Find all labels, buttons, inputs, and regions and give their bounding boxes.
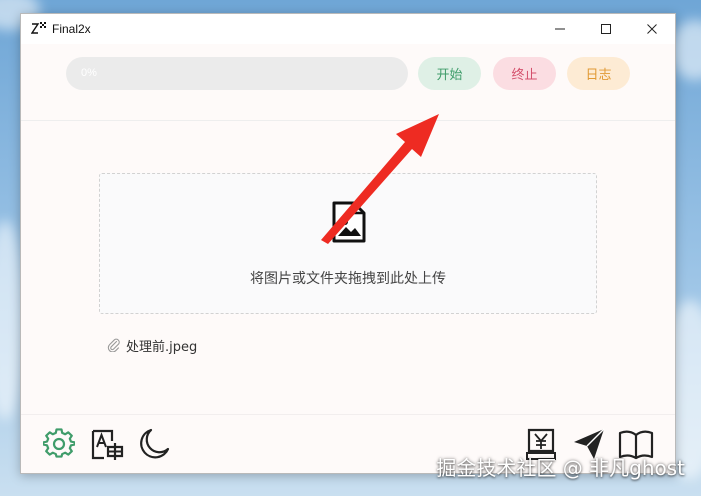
- file-name: 处理前.jpeg: [126, 339, 198, 355]
- window-title: Final2x: [52, 22, 91, 36]
- start-button[interactable]: 开始: [418, 57, 481, 90]
- progress-bar: 0%: [66, 57, 408, 90]
- file-list-item[interactable]: 处理前.jpeg: [107, 335, 197, 355]
- app-window: Final2x 0% 开始 终止 日志 将图片或文件夹拖拽到此处上传 处理前.j…: [20, 13, 676, 474]
- footer-divider: [21, 414, 675, 415]
- title-bar[interactable]: Final2x: [21, 14, 675, 44]
- paperclip-icon: [107, 338, 120, 352]
- maximize-button[interactable]: [583, 14, 629, 44]
- dark-mode-toggle[interactable]: [136, 426, 172, 462]
- close-icon: [647, 24, 657, 34]
- minimize-icon: [555, 28, 565, 30]
- maximize-icon: [601, 24, 611, 34]
- stop-button[interactable]: 终止: [493, 57, 556, 90]
- image-file-icon: [332, 201, 366, 243]
- close-button[interactable]: [629, 14, 675, 44]
- translate-icon: [91, 429, 124, 460]
- minimize-button[interactable]: [537, 14, 583, 44]
- watermark-text: 掘金技术社区 @ 非凡ghost: [436, 456, 685, 480]
- log-button[interactable]: 日志: [567, 57, 630, 90]
- app-logo-icon: [31, 22, 46, 34]
- settings-button[interactable]: [41, 426, 77, 462]
- gear-icon: [43, 428, 75, 458]
- upload-dropzone[interactable]: 将图片或文件夹拖拽到此处上传: [99, 173, 597, 314]
- language-button[interactable]: [89, 426, 125, 462]
- header-divider: [21, 120, 675, 121]
- dropzone-hint: 将图片或文件夹拖拽到此处上传: [250, 271, 446, 287]
- moon-icon: [140, 428, 170, 459]
- progress-label: 0%: [81, 67, 97, 79]
